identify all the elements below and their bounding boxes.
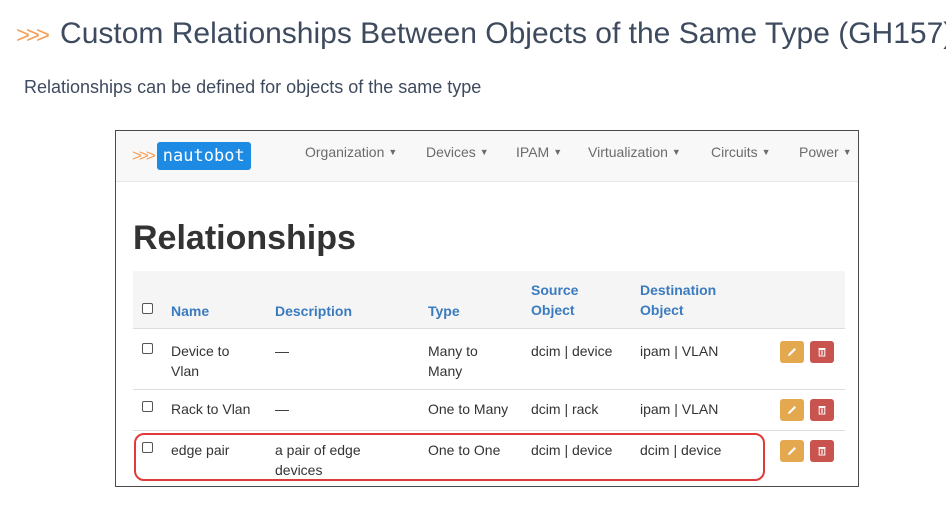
edit-button[interactable] [780, 440, 804, 462]
row-source: dcim | device [531, 343, 613, 359]
nautobot-screenshot: >>> nautobot Organization ▼ Devices ▼ IPAM… [115, 130, 859, 487]
trash-icon [818, 447, 826, 456]
nav-devices[interactable]: Devices ▼ [426, 144, 489, 160]
nav-label: Circuits [711, 144, 758, 160]
trash-icon [818, 406, 826, 415]
nav-label: Virtualization [588, 144, 668, 160]
row-destination: ipam | VLAN [640, 401, 719, 417]
nav-power[interactable]: Power ▼ [799, 144, 852, 160]
nav-circuits[interactable]: Circuits ▼ [711, 144, 771, 160]
nav-label: Power [799, 144, 839, 160]
header-line: Destination [640, 282, 717, 298]
cell-line: Device to [171, 343, 230, 359]
header-line: Object [531, 302, 575, 318]
highlight-outline [134, 433, 765, 481]
slide-title: >>> Custom Relationships Between Objects … [16, 14, 946, 56]
pencil-icon [788, 447, 796, 455]
delete-button[interactable] [810, 440, 834, 462]
brand-name: nautobot [156, 142, 251, 170]
trash-icon [818, 348, 826, 357]
delete-button[interactable] [810, 341, 834, 363]
select-all-checkbox[interactable] [142, 303, 153, 314]
brand-chevrons-icon: >>> [132, 146, 156, 165]
cell-line: Many [428, 363, 463, 379]
caret-down-icon: ▼ [388, 147, 398, 157]
edit-button[interactable] [780, 399, 804, 421]
chevrons-icon: >>> [16, 22, 50, 49]
column-header-name[interactable]: Name [171, 301, 209, 321]
nav-label: Organization [305, 144, 385, 160]
row-description: — [275, 401, 289, 417]
nav-virtualization[interactable]: Virtualization ▼ [588, 144, 681, 160]
nav-ipam[interactable]: IPAM ▼ [516, 144, 562, 160]
nav-organization[interactable]: Organization ▼ [305, 144, 397, 160]
row-type: Many to Many [428, 341, 478, 381]
header-line: Object [640, 302, 684, 318]
column-header-destination[interactable]: Destination Object [640, 280, 716, 320]
pencil-icon [788, 348, 796, 356]
row-source: dcim | rack [531, 401, 599, 417]
row-type: One to Many [428, 401, 509, 417]
table-header [133, 271, 845, 328]
row-description: — [275, 343, 289, 359]
cell-line: Vlan [171, 363, 200, 379]
edit-button[interactable] [780, 341, 804, 363]
navbar: >>> nautobot Organization ▼ Devices ▼ IPAM… [116, 131, 858, 182]
caret-down-icon: ▼ [842, 147, 852, 157]
row-name[interactable]: Rack to Vlan [171, 399, 250, 419]
nav-label: IPAM [516, 144, 550, 160]
pencil-icon [788, 406, 796, 414]
column-header-type[interactable]: Type [428, 301, 460, 321]
caret-down-icon: ▼ [761, 147, 771, 157]
slide-subtitle: Relationships can be defined for objects… [24, 77, 482, 97]
column-header-description[interactable]: Description [275, 301, 352, 321]
brand-logo[interactable]: >>> nautobot [132, 141, 251, 171]
caret-down-icon: ▼ [671, 147, 681, 157]
column-header-source[interactable]: Source Object [531, 280, 578, 320]
slide-title-text: Custom Relationships Between Objects of … [60, 17, 946, 50]
row-checkbox[interactable] [142, 343, 153, 354]
row-divider [133, 430, 845, 431]
caret-down-icon: ▼ [553, 147, 563, 157]
row-checkbox[interactable] [142, 401, 153, 412]
header-line: Source [531, 282, 579, 298]
row-destination: ipam | VLAN [640, 343, 719, 359]
caret-down-icon: ▼ [479, 147, 489, 157]
row-divider [133, 389, 845, 390]
nav-label: Devices [426, 144, 476, 160]
row-name[interactable]: Device to Vlan [171, 341, 229, 381]
page-title: Relationships [133, 219, 356, 257]
row-divider [133, 328, 845, 329]
cell-line: Many to [428, 343, 478, 359]
delete-button[interactable] [810, 399, 834, 421]
